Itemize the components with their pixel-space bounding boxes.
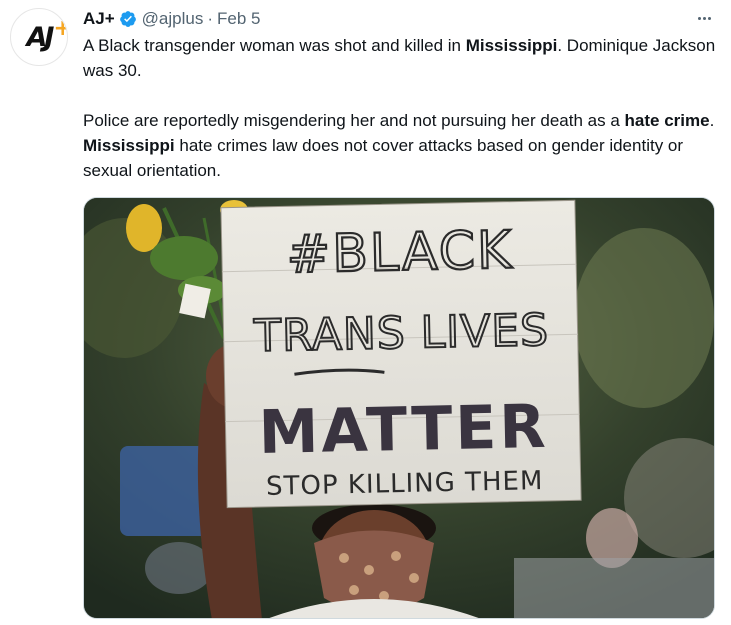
- keyword-link[interactable]: Mississippi: [83, 136, 175, 155]
- tweet-paragraph-2: Police are reportedly misgendering her a…: [83, 111, 715, 180]
- hashtag-link[interactable]: Mississippi: [466, 36, 558, 55]
- tweet-text: A Black transgender woman was shot and k…: [83, 33, 723, 183]
- verified-badge-icon: [119, 11, 136, 27]
- more-options-icon[interactable]: [692, 10, 716, 26]
- separator: ·: [207, 9, 214, 28]
- tweet-photo[interactable]: #BLACK TRANS LIVES MATTER STOP KILLING T…: [83, 197, 715, 619]
- avatar[interactable]: AJ +: [10, 8, 68, 66]
- tweet-header: AJ+ @ajplus · Feb 5: [83, 8, 261, 30]
- sign-line-3: MATTER: [258, 392, 549, 468]
- handle[interactable]: @ajplus: [142, 9, 204, 29]
- sign-line-2: TRANS LIVES: [253, 305, 550, 362]
- display-name[interactable]: AJ+: [83, 9, 115, 29]
- aj-plus-logo: AJ +: [26, 16, 67, 53]
- tweet-date[interactable]: Feb 5: [217, 9, 260, 29]
- sign-line-1: #BLACK: [286, 221, 514, 286]
- avatar-plus: +: [53, 15, 68, 41]
- tweet-paragraph-1: A Black transgender woman was shot and k…: [83, 36, 716, 80]
- keyword-link[interactable]: hate crime: [625, 111, 710, 130]
- protest-photo-illustration: #BLACK TRANS LIVES MATTER STOP KILLING T…: [84, 198, 714, 618]
- tweet[interactable]: AJ + AJ+ @ajplus · Feb 5 A Black transge…: [0, 0, 731, 625]
- sign-line-4: STOP KILLING THEM: [266, 466, 544, 502]
- protest-sign: #BLACK TRANS LIVES MATTER STOP KILLING T…: [220, 199, 582, 509]
- avatar-text: AJ: [26, 21, 55, 53]
